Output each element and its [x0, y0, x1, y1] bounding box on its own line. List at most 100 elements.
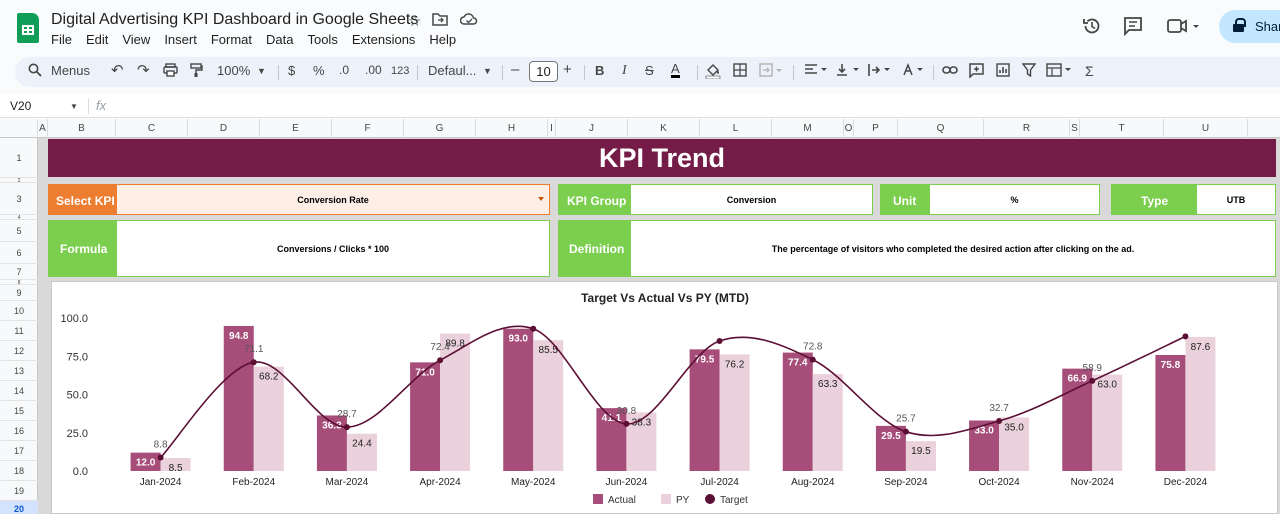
row-header-16[interactable]: 16 [0, 421, 38, 441]
bold-button[interactable]: B [595, 63, 604, 78]
select-kpi-dropdown[interactable]: Conversion Rate [116, 184, 550, 215]
comment-icon[interactable] [1123, 16, 1143, 41]
row-header-1[interactable]: 1 [0, 138, 38, 178]
column-header-l[interactable]: L [700, 119, 772, 138]
column-header-m[interactable]: M [772, 119, 844, 138]
column-header-t[interactable]: T [1080, 119, 1164, 138]
kpi-trend-chart[interactable]: Target Vs Actual Vs PY (MTD) 0.0 25.0 50.0 7… [51, 281, 1278, 514]
column-header-r[interactable]: R [984, 119, 1070, 138]
row-header-7[interactable]: 7 [0, 264, 38, 280]
column-header-a[interactable]: A [38, 119, 48, 138]
font-select[interactable]: Defaul... [428, 63, 476, 78]
meet-icon[interactable] [1167, 16, 1201, 41]
column-header-o[interactable]: O [844, 119, 854, 138]
functions-button[interactable]: Σ [1085, 63, 1094, 79]
column-header-i[interactable]: I [548, 119, 556, 138]
font-size-input[interactable]: 10 [529, 61, 558, 82]
menu-file[interactable]: File [51, 32, 72, 47]
paint-format-icon[interactable] [189, 63, 203, 81]
zoom-dropdown-icon[interactable]: ▼ [257, 66, 266, 76]
horizontal-align-icon[interactable] [804, 63, 828, 80]
cloud-status-icon[interactable] [459, 12, 478, 30]
percent-format-button[interactable]: % [313, 63, 325, 78]
column-header-k[interactable]: K [628, 119, 700, 138]
column-header-g[interactable]: G [404, 119, 476, 138]
column-header-p[interactable]: P [854, 119, 898, 138]
column-header-e[interactable]: E [260, 119, 332, 138]
history-icon[interactable] [1082, 16, 1102, 41]
star-icon[interactable]: ☆ [408, 12, 421, 30]
menu-tools[interactable]: Tools [307, 32, 337, 47]
column-header-f[interactable]: F [332, 119, 404, 138]
menu-edit[interactable]: Edit [86, 32, 108, 47]
increase-decimal-button[interactable]: .00 [365, 63, 382, 77]
document-title[interactable]: Digital Advertising KPI Dashboard in Goo… [51, 11, 418, 29]
row-header-12[interactable]: 12 [0, 341, 38, 361]
menu-data[interactable]: Data [266, 32, 293, 47]
row-header-3[interactable]: 3 [0, 183, 38, 215]
increase-font-size-button[interactable]: + [563, 61, 572, 78]
decrease-font-size-button[interactable]: – [511, 61, 519, 78]
target-point [437, 357, 444, 364]
vertical-align-icon[interactable] [836, 63, 860, 80]
text-color-icon[interactable]: A [671, 62, 680, 78]
row-header-11[interactable]: 11 [0, 321, 38, 341]
row-header-15[interactable]: 15 [0, 401, 38, 421]
column-header-c[interactable]: C [116, 119, 188, 138]
fill-color-icon[interactable] [705, 63, 721, 82]
borders-icon[interactable] [733, 63, 747, 80]
text-rotation-icon[interactable] [902, 62, 926, 80]
decrease-decimal-button[interactable]: .0 [339, 63, 349, 77]
font-dropdown-icon[interactable]: ▼ [483, 66, 492, 76]
undo-icon[interactable]: ↶ [111, 61, 124, 79]
row-header-9[interactable]: 9 [0, 285, 38, 301]
dropdown-arrow-icon[interactable] [538, 197, 544, 201]
column-header-h[interactable]: H [476, 119, 548, 138]
italic-button[interactable]: I [622, 63, 627, 79]
print-icon[interactable] [163, 63, 178, 80]
select-all-corner[interactable] [0, 119, 38, 138]
share-label: Share [1255, 19, 1280, 34]
redo-icon[interactable]: ↷ [137, 61, 150, 79]
folder-move-icon[interactable] [432, 12, 448, 30]
sheet-area[interactable]: KPI Trend Select KPI Conversion Rate KPI… [38, 138, 1280, 514]
row-header-13[interactable]: 13 [0, 361, 38, 381]
column-header-q[interactable]: Q [898, 119, 984, 138]
column-header-u[interactable]: U [1164, 119, 1248, 138]
row-header-17[interactable]: 17 [0, 441, 38, 461]
menu-format[interactable]: Format [211, 32, 252, 47]
link-icon[interactable] [942, 63, 958, 80]
merge-cells-icon[interactable] [759, 63, 783, 80]
share-button[interactable]: Share [1219, 10, 1280, 43]
zoom-select[interactable]: 100% [217, 63, 250, 78]
filter-icon[interactable] [1021, 63, 1037, 80]
insert-chart-icon[interactable] [996, 63, 1010, 80]
column-header-s[interactable]: S [1070, 119, 1080, 138]
row-header-14[interactable]: 14 [0, 381, 38, 401]
column-header-d[interactable]: D [188, 119, 260, 138]
currency-format-button[interactable]: $ [288, 63, 295, 78]
menu-view[interactable]: View [122, 32, 150, 47]
row-header-18[interactable]: 18 [0, 461, 38, 481]
insert-comment-icon[interactable] [969, 63, 984, 81]
column-header-b[interactable]: B [48, 119, 116, 138]
menu-insert[interactable]: Insert [164, 32, 197, 47]
menu-help[interactable]: Help [429, 32, 456, 47]
row-header-19[interactable]: 19 [0, 481, 38, 501]
name-box[interactable]: V20 [10, 99, 31, 113]
search-menus[interactable]: Menus [51, 63, 90, 78]
strikethrough-icon[interactable]: S [645, 63, 654, 78]
text-wrap-icon[interactable] [868, 63, 892, 80]
row-header-6[interactable]: 6 [0, 242, 38, 264]
target-data-label: 8.8 [154, 440, 168, 451]
filter-views-icon[interactable] [1046, 63, 1072, 80]
number-format-button[interactable]: 123 [391, 65, 409, 77]
row-header-5[interactable]: 5 [0, 220, 38, 242]
column-header-j[interactable]: J [556, 119, 628, 138]
row-header-20[interactable]: 20 [0, 501, 38, 514]
search-menus-icon[interactable] [28, 63, 42, 80]
name-box-dropdown-icon[interactable]: ▼ [70, 102, 78, 111]
sheets-logo-icon[interactable] [17, 13, 39, 43]
row-header-10[interactable]: 10 [0, 301, 38, 321]
menu-extensions[interactable]: Extensions [352, 32, 416, 47]
